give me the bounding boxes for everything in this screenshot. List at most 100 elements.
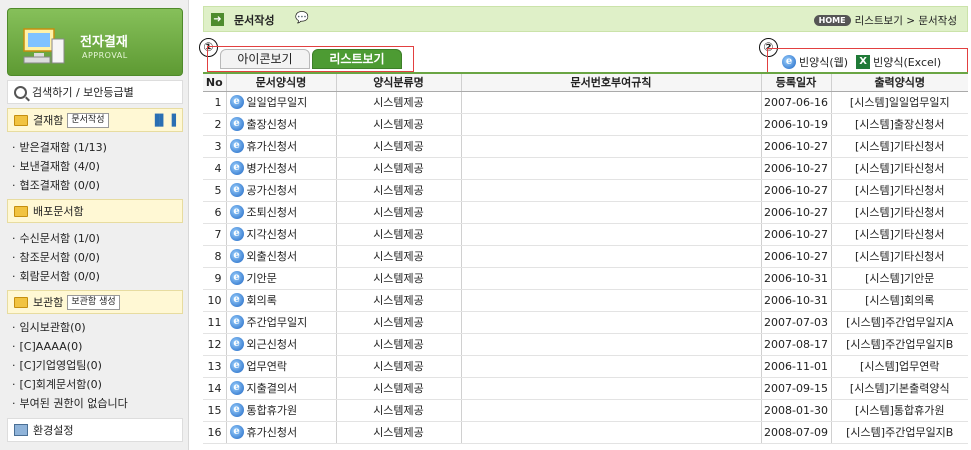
sidebar-search-link[interactable]: 검색하기 / 보안등급별 (7, 80, 183, 104)
column-header-no[interactable]: No (203, 72, 226, 92)
speech-bubble-icon[interactable]: 💬 (295, 11, 309, 24)
column-header-form-name[interactable]: 문서양식명 (225, 72, 336, 92)
sidebar-item-accounting[interactable]: [C]회계문서함(0) (20, 375, 128, 394)
date-cell: 2007-08-17 (760, 333, 831, 356)
sidebar-section-storage[interactable]: 보관함 보관함 생성 (7, 290, 183, 314)
table-row[interactable]: 4 e 병가신청서 시스템제공 2006-10-27 [시스템]기타신청서 (203, 157, 968, 180)
table-row[interactable]: 15 e 통합휴가원 시스템제공 2008-01-30 [시스템]통합휴가원 (203, 399, 968, 422)
form-name-cell[interactable]: e 휴가신청서 (225, 135, 336, 158)
table-row[interactable]: 13 e 업무연락 시스템제공 2006-11-01 [시스템]업무연락 (203, 355, 968, 378)
form-name-link[interactable]: 일일업무일지 (247, 94, 308, 110)
sidebar-section-approval[interactable]: 결재함 문서작성 ▐▌▐ (7, 108, 183, 132)
table-row[interactable]: 1 e 일일업무일지 시스템제공 2007-06-16 [시스템]일일업무일지 (203, 91, 968, 114)
search-label: 검색하기 / 보안등급별 (32, 86, 134, 99)
section-title: 보관함 (33, 296, 64, 309)
chart-icon[interactable]: ▐▌▐ (151, 114, 176, 127)
blank-form-web-button[interactable]: e 빈양식(웹) (782, 54, 848, 70)
table-row[interactable]: 12 e 외근신청서 시스템제공 2007-08-17 [시스템]주간업무일지B (203, 333, 968, 356)
ie-icon: e (229, 117, 244, 131)
category-cell: 시스템제공 (335, 267, 461, 290)
sidebar-section-distribution[interactable]: 배포문서함 (7, 199, 183, 223)
form-name-cell[interactable]: e 지출결의서 (225, 377, 336, 400)
form-name-cell[interactable]: e 일일업무일지 (225, 91, 336, 114)
table-row[interactable]: 7 e 지각신청서 시스템제공 2006-10-27 [시스템]기타신청서 (203, 223, 968, 246)
category-cell: 시스템제공 (335, 421, 461, 444)
sidebar-item-aaaa[interactable]: [C]AAAA(0) (20, 337, 128, 356)
tab-icon-view[interactable]: 아이콘보기 (220, 49, 310, 69)
category-cell: 시스템제공 (335, 157, 461, 180)
column-header-output-form[interactable]: 출력양식명 (830, 72, 968, 92)
form-name-link[interactable]: 외출신청서 (247, 248, 298, 264)
table-row[interactable]: 16 e 휴가신청서 시스템제공 2008-07-09 [시스템]주간업무일지B (203, 421, 968, 444)
sidebar-item-inbox[interactable]: 수신문서함 (1/0) (20, 229, 100, 248)
ie-icon: e (229, 337, 244, 351)
form-name-cell[interactable]: e 출장신청서 (225, 113, 336, 136)
form-name-link[interactable]: 외근신청서 (247, 336, 298, 352)
column-header-date[interactable]: 등록일자 (760, 72, 831, 92)
sidebar-item-sent[interactable]: 보낸결재함 (4/0) (20, 157, 107, 176)
form-name-link[interactable]: 지각신청서 (247, 226, 298, 242)
table-row[interactable]: 14 e 지출결의서 시스템제공 2007-09-15 [시스템]기본출력양식 (203, 377, 968, 400)
form-name-cell[interactable]: e 외근신청서 (225, 333, 336, 356)
number-rule-cell (460, 355, 761, 378)
folder-icon (14, 296, 28, 308)
category-cell: 시스템제공 (335, 245, 461, 268)
form-name-link[interactable]: 회의록 (247, 292, 277, 308)
form-name-cell[interactable]: e 업무연락 (225, 355, 336, 378)
form-name-cell[interactable]: e 기안문 (225, 267, 336, 290)
table-header-row: No 문서양식명 양식분류명 문서번호부여규칙 등록일자 출력양식명 (203, 72, 968, 92)
form-name-cell[interactable]: e 회의록 (225, 289, 336, 312)
form-name-cell[interactable]: e 휴가신청서 (225, 421, 336, 444)
table-row[interactable]: 8 e 외출신청서 시스템제공 2006-10-27 [시스템]기타신청서 (203, 245, 968, 268)
form-name-link[interactable]: 기안문 (247, 270, 277, 286)
number-rule-cell (460, 223, 761, 246)
date-cell: 2008-01-30 (760, 399, 831, 422)
sidebar-settings-link[interactable]: 환경설정 (7, 418, 183, 442)
form-name-link[interactable]: 공가신청서 (247, 182, 298, 198)
table-row[interactable]: 5 e 공가신청서 시스템제공 2006-10-27 [시스템]기타신청서 (203, 179, 968, 202)
form-name-link[interactable]: 휴가신청서 (247, 138, 298, 154)
column-header-number-rule[interactable]: 문서번호부여규칙 (460, 72, 761, 92)
number-rule-cell (460, 113, 761, 136)
form-name-cell[interactable]: e 병가신청서 (225, 157, 336, 180)
write-document-button[interactable]: 문서작성 (67, 112, 109, 128)
ie-icon: e (229, 315, 244, 329)
category-cell: 시스템제공 (335, 179, 461, 202)
form-name-link[interactable]: 주간업무일지 (247, 314, 308, 330)
form-name-link[interactable]: 업무연락 (247, 358, 287, 374)
form-name-cell[interactable]: e 주간업무일지 (225, 311, 336, 334)
form-name-link[interactable]: 병가신청서 (247, 160, 298, 176)
table-row[interactable]: 3 e 휴가신청서 시스템제공 2006-10-27 [시스템]기타신청서 (203, 135, 968, 158)
form-name-cell[interactable]: e 외출신청서 (225, 245, 336, 268)
sidebar-item-circulation[interactable]: 회람문서함 (0/0) (20, 267, 100, 286)
form-name-link[interactable]: 지출결의서 (247, 380, 298, 396)
tab-list-view[interactable]: 리스트보기 (312, 49, 402, 69)
output-form-cell: [시스템]기타신청서 (830, 157, 968, 180)
ie-icon: e (229, 205, 244, 219)
table-row[interactable]: 11 e 주간업무일지 시스템제공 2007-07-03 [시스템]주간업무일지A (203, 311, 968, 334)
table-row[interactable]: 6 e 조퇴신청서 시스템제공 2006-10-27 [시스템]기타신청서 (203, 201, 968, 224)
sidebar-item-reference[interactable]: 참조문서함 (0/0) (20, 248, 100, 267)
form-name-link[interactable]: 출장신청서 (247, 116, 298, 132)
form-name-cell[interactable]: e 조퇴신청서 (225, 201, 336, 224)
column-header-category[interactable]: 양식분류명 (335, 72, 461, 92)
create-storage-button[interactable]: 보관함 생성 (67, 294, 120, 310)
blank-form-excel-button[interactable]: X 빈양식(Excel) (856, 54, 941, 70)
home-link[interactable]: HOME (813, 15, 851, 26)
form-name-cell[interactable]: e 지각신청서 (225, 223, 336, 246)
form-name-link[interactable]: 통합휴가원 (247, 402, 298, 418)
form-name-link[interactable]: 휴가신청서 (247, 424, 298, 440)
sidebar-item-received[interactable]: 받은결재함 (1/13) (20, 138, 107, 157)
approval-logo-banner[interactable]: 전자결재 APPROVAL (7, 8, 183, 76)
table-row[interactable]: 10 e 회의록 시스템제공 2006-10-31 [시스템]회의록 (203, 289, 968, 312)
form-name-cell[interactable]: e 통합휴가원 (225, 399, 336, 422)
form-name-link[interactable]: 조퇴신청서 (247, 204, 298, 220)
form-name-cell[interactable]: e 공가신청서 (225, 179, 336, 202)
category-cell: 시스템제공 (335, 113, 461, 136)
sidebar-item-temp[interactable]: 임시보관함(0) (20, 318, 128, 337)
table-row[interactable]: 9 e 기안문 시스템제공 2006-10-31 [시스템]기안문 (203, 267, 968, 290)
sidebar-item-sales-team[interactable]: [C]기업영업팀(0) (20, 356, 128, 375)
table-row[interactable]: 2 e 출장신청서 시스템제공 2006-10-19 [시스템]출장신청서 (203, 113, 968, 136)
ie-icon: e (782, 55, 796, 69)
sidebar-item-cooperation[interactable]: 협조결재함 (0/0) (20, 176, 107, 195)
